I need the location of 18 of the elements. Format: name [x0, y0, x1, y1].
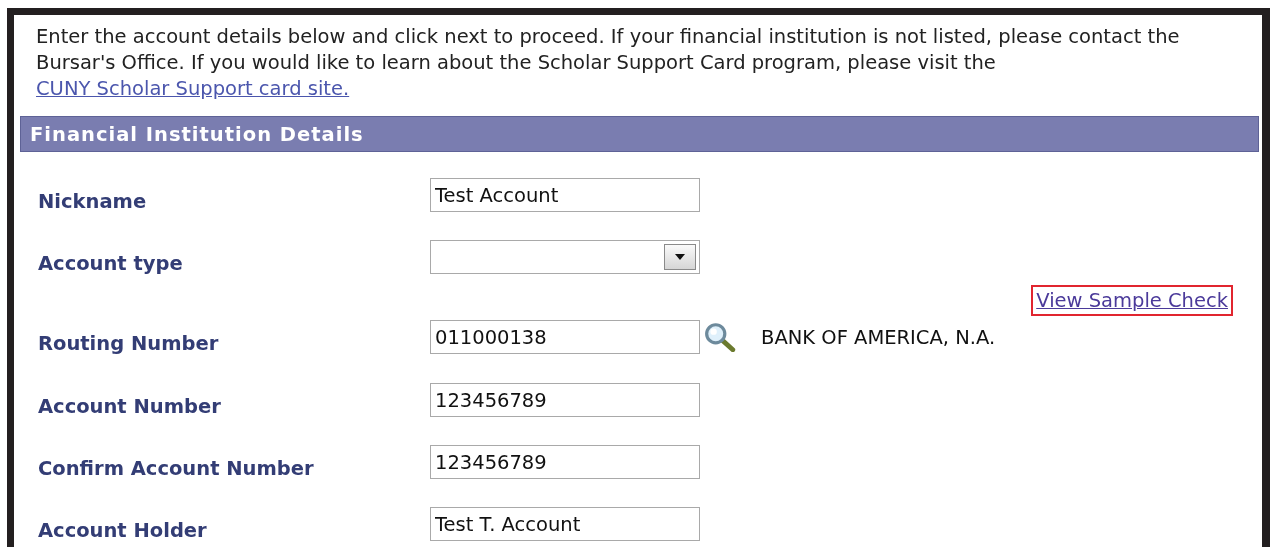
- field-label: Confirm Account Number: [38, 456, 315, 482]
- site-link[interactable]: CUNY Scholar Support card site.: [36, 77, 350, 100]
- field-label: Account Holder: [38, 518, 208, 544]
- field-label: Routing Number: [38, 331, 220, 357]
- field-label: Nickname: [38, 189, 148, 215]
- section-header: Financial Institution Details: [20, 116, 1259, 152]
- bank-name: BANK OF AMERICA, N.A.: [761, 325, 996, 349]
- input-field[interactable]: 123456789: [430, 445, 700, 479]
- sample-check-link[interactable]: View Sample Check: [1031, 285, 1233, 316]
- input-field[interactable]: 011000138: [430, 320, 700, 354]
- search-icon[interactable]: [704, 322, 736, 352]
- input-field[interactable]: 123456789: [430, 383, 700, 417]
- dropdown-field[interactable]: [430, 240, 700, 274]
- field-label: Account type: [38, 251, 184, 277]
- field-label: Account Number: [38, 394, 222, 420]
- input-field[interactable]: Test T. Account: [430, 507, 700, 541]
- input-field[interactable]: Test Account: [430, 178, 700, 212]
- instructions-text: Enter the account details below and click next to proceed. If your financial institution is not listed, please contact the Bursar's Office. If you would like to learn about the Scholar Support Card program, please visit the CUNY Scholar Support card site.: [36, 24, 1181, 102]
